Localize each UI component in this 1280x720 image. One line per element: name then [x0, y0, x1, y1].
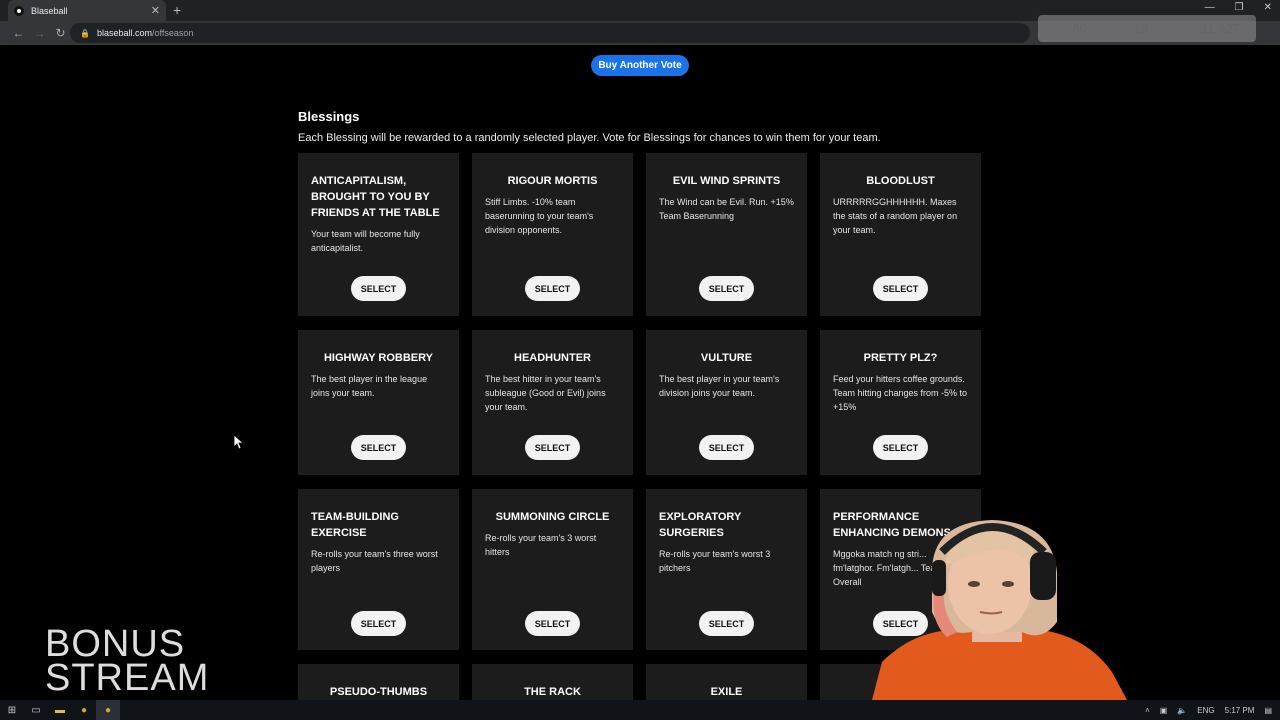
- address-bar[interactable]: 🔒 blaseball.com/offseason: [70, 23, 1030, 43]
- blessing-card-pseudo-thumbs: PSEUDO-THUMBS: [298, 664, 459, 700]
- minimize-icon[interactable]: —: [1205, 2, 1215, 13]
- select-button[interactable]: SELECT: [525, 435, 580, 460]
- blessing-card-vulture: VULTURE The best player in your team's d…: [646, 330, 807, 475]
- select-button[interactable]: SELECT: [525, 276, 580, 301]
- notifications-icon[interactable]: ▤: [1264, 706, 1272, 715]
- forward-icon[interactable]: →: [29, 26, 50, 40]
- webcam-streamer: [872, 512, 1132, 702]
- blessing-name: PSEUDO-THUMBS: [329, 686, 428, 698]
- play-arrow-icon: ➤: [1054, 20, 1068, 38]
- blessing-desc: The best hitter in your team's subleague…: [485, 374, 606, 412]
- window-controls: — ❐ ✕: [1205, 2, 1272, 13]
- blessing-card-pretty-plz: PRETTY PLZ? Feed your hitters coffee gro…: [820, 330, 981, 475]
- likes-counter: ♥ 16: [1119, 19, 1149, 37]
- browser-tab[interactable]: Blaseball ✕: [8, 0, 166, 21]
- blessing-desc: Your team will become fully anticapitali…: [311, 229, 420, 253]
- blessing-name: RIGOUR MORTIS: [507, 175, 598, 187]
- blessing-name: HEADHUNTER: [514, 352, 591, 364]
- bonus-stream-watermark: BONUS STREAM: [45, 623, 210, 699]
- new-tab-icon[interactable]: +: [173, 2, 181, 18]
- blessing-card-exile: EXILE: [646, 664, 807, 700]
- blessings-heading: Blessings: [298, 109, 360, 124]
- lock-icon: 🔒: [80, 28, 90, 38]
- stream-line: STREAM: [45, 657, 210, 699]
- blessing-name: EVIL WIND SPRINTS: [672, 175, 781, 187]
- task-view-icon[interactable]: ▭: [24, 700, 48, 720]
- blessing-desc: URRRRRGGHHHHHH. Maxes the stats of a ran…: [833, 197, 958, 235]
- back-icon[interactable]: ←: [8, 26, 29, 40]
- blessing-card-team-building-exercise: TEAM-BUILDING EXERCISE Re-rolls your tea…: [298, 489, 459, 650]
- blessing-desc: Feed your hitters coffee grounds. Team h…: [833, 374, 968, 412]
- up-arrow-icon: ▲: [1180, 19, 1197, 37]
- volume-icon[interactable]: 🔈: [1177, 706, 1187, 715]
- select-button[interactable]: SELECT: [351, 611, 406, 636]
- coins-counter: ▲ 11,427: [1180, 19, 1240, 37]
- reload-icon[interactable]: ↻: [50, 26, 71, 40]
- windows-taskbar: ⊞ ▭ ▬ ● ● ˄ ▣ 🔈 ENG 5:17 PM ▤: [0, 700, 1280, 720]
- language-indicator[interactable]: ENG: [1197, 706, 1214, 715]
- votes-counter: ➤ 80: [1054, 20, 1087, 38]
- network-icon[interactable]: ▣: [1160, 706, 1168, 715]
- blessing-card-anticapitalism: ANTICAPITALISM, BROUGHT TO YOU BY FRIEND…: [298, 153, 459, 316]
- select-button[interactable]: SELECT: [351, 435, 406, 460]
- clock[interactable]: 5:17 PM: [1225, 706, 1255, 715]
- blessing-name: HIGHWAY ROBBERY: [323, 352, 433, 364]
- select-button[interactable]: SELECT: [873, 276, 928, 301]
- blessing-card-the-rack: THE RACK: [472, 664, 633, 700]
- blessing-name: BLOODLUST: [866, 175, 935, 187]
- restore-icon[interactable]: ❐: [1235, 2, 1244, 13]
- url-text: blaseball.com/offseason: [96, 28, 194, 38]
- blessing-card-evil-wind-sprints: EVIL WIND SPRINTS The Wind can be Evil. …: [646, 153, 807, 316]
- blessing-card-bloodlust: BLOODLUST URRRRRGGHHHHHH. Maxes the stat…: [820, 153, 981, 316]
- chrome-icon[interactable]: ●: [72, 700, 96, 720]
- blessing-name: EXPLORATORY SURGERIES: [659, 511, 742, 539]
- select-button[interactable]: SELECT: [873, 435, 928, 460]
- blessing-card-exploratory-surgeries: EXPLORATORY SURGERIES Re-rolls your team…: [646, 489, 807, 650]
- blessing-desc: The best player in your team's division …: [659, 374, 780, 398]
- blessing-desc: Re-rolls your team's worst 3 pitchers: [659, 549, 771, 573]
- blessing-name: VULTURE: [700, 352, 753, 364]
- file-explorer-icon[interactable]: ▬: [48, 700, 72, 720]
- blessing-desc: Stiff Limbs. -10% team baserunning to yo…: [485, 197, 594, 235]
- chrome-active-icon[interactable]: ●: [96, 700, 120, 720]
- buy-another-vote-button[interactable]: Buy Another Vote: [591, 55, 689, 76]
- blessing-desc: Re-rolls your team's 3 worst hitters: [485, 533, 597, 557]
- blessing-card-summoning-circle: SUMMONING CIRCLE Re-rolls your team's 3 …: [472, 489, 633, 650]
- system-tray: ˄ ▣ 🔈 ENG 5:17 PM ▤: [1145, 700, 1272, 720]
- blessing-card-rigour-mortis: RIGOUR MORTIS Stiff Limbs. -10% team bas…: [472, 153, 633, 316]
- blessing-name: THE RACK: [524, 686, 581, 698]
- close-window-icon[interactable]: ✕: [1264, 2, 1272, 13]
- blessing-desc: The best player in the league joins your…: [311, 374, 428, 398]
- heart-icon: ♥: [1119, 19, 1129, 37]
- blessings-description: Each Blessing will be rewarded to a rand…: [298, 132, 881, 144]
- tab-title: Blaseball: [31, 5, 68, 16]
- blaseball-favicon-icon: [14, 5, 24, 16]
- select-button[interactable]: SELECT: [351, 276, 406, 301]
- bonus-line: BONUS: [45, 623, 186, 665]
- select-button[interactable]: SELECT: [699, 276, 754, 301]
- blessing-card-headhunter: HEADHUNTER The best hitter in your team'…: [472, 330, 633, 475]
- close-tab-icon[interactable]: ✕: [151, 4, 160, 17]
- windows-start-icon[interactable]: ⊞: [0, 700, 24, 720]
- blessing-name: ANTICAPITALISM, BROUGHT TO YOU BY FRIEND…: [311, 175, 440, 219]
- blessing-name: SUMMONING CIRCLE: [495, 511, 610, 523]
- blessing-name: EXILE: [710, 686, 743, 698]
- blessing-name: TEAM-BUILDING EXERCISE: [311, 511, 399, 539]
- blessing-card-highway-robbery: HIGHWAY ROBBERY The best player in the l…: [298, 330, 459, 475]
- select-button[interactable]: SELECT: [525, 611, 580, 636]
- stream-stats-overlay: ➤ 80 ♥ 16 ▲ 11,427: [1038, 15, 1256, 42]
- select-button[interactable]: SELECT: [699, 611, 754, 636]
- select-button[interactable]: SELECT: [699, 435, 754, 460]
- blessing-desc: The Wind can be Evil. Run. +15% Team Bas…: [659, 197, 794, 221]
- tray-chevron-icon[interactable]: ˄: [1145, 706, 1150, 715]
- blessing-desc: Re-rolls your team's three worst players: [311, 549, 438, 573]
- blessing-name: PRETTY PLZ?: [863, 352, 938, 364]
